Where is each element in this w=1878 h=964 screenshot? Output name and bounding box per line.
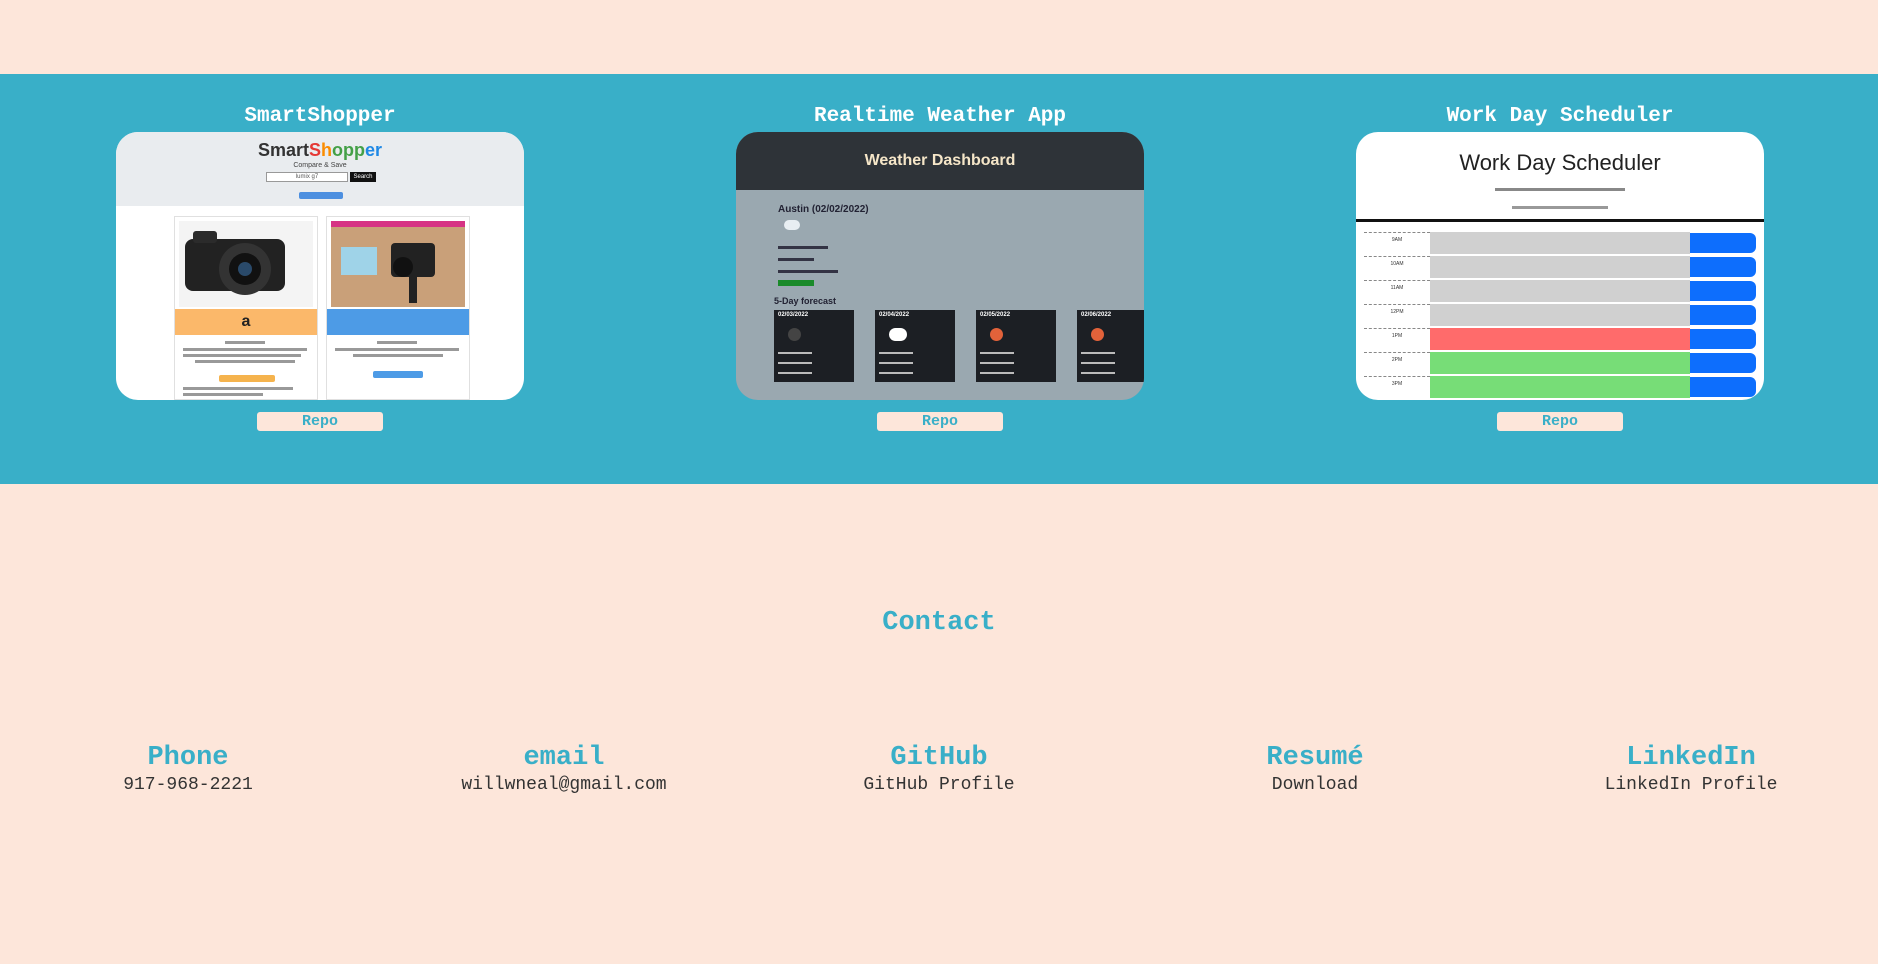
email-link[interactable]: willwneal@gmail.com bbox=[414, 774, 714, 796]
cloud-icon bbox=[784, 220, 800, 230]
contact-phone: Phone 917-968-2221 bbox=[38, 744, 338, 796]
thumb-subtitle: Compare & Save bbox=[293, 162, 347, 169]
contact-github: GitHub GitHub Profile bbox=[789, 744, 1089, 796]
project-card-scheduler: Work Day Scheduler Work Day Scheduler 9A… bbox=[1356, 74, 1764, 431]
uv-badge bbox=[778, 280, 814, 286]
thumb-logo: SmartShopper bbox=[257, 140, 383, 160]
thumb-header: Weather Dashboard bbox=[736, 132, 1144, 190]
contact-label: Phone bbox=[147, 743, 229, 773]
thumb-search-button: Search bbox=[350, 172, 376, 182]
thumb-forecast-label: 5-Day forecast bbox=[774, 296, 837, 306]
project-title: SmartShopper bbox=[244, 105, 396, 128]
contact-heading: Contact bbox=[882, 608, 996, 638]
project-card-weather: Realtime Weather App Weather Dashboard A… bbox=[736, 74, 1144, 431]
hour-row: 12PM bbox=[1364, 304, 1762, 326]
project-screenshot-weather[interactable]: Weather Dashboard Austin (02/02/2022) 5-… bbox=[736, 132, 1144, 400]
repo-button[interactable]: Repo bbox=[877, 412, 1003, 431]
contact-resume: Resumé Download bbox=[1165, 744, 1465, 796]
thumb-subtitle bbox=[1356, 178, 1764, 209]
thumb-search-input: lumix g7 bbox=[266, 172, 348, 182]
linkedin-link[interactable]: LinkedIn Profile bbox=[1541, 774, 1841, 796]
contact-label: email bbox=[523, 743, 605, 773]
hour-row: 1PM bbox=[1364, 328, 1762, 350]
ebay-logo-icon bbox=[327, 309, 469, 335]
resume-download-link[interactable]: Download bbox=[1165, 774, 1465, 796]
camera-image bbox=[331, 221, 465, 307]
phone-value[interactable]: 917-968-2221 bbox=[38, 774, 338, 796]
camera-image bbox=[179, 221, 313, 307]
hour-row: 9AM bbox=[1364, 232, 1762, 254]
forecast-card: 02/05/2022 bbox=[976, 310, 1056, 382]
contact-label: GitHub bbox=[890, 743, 988, 773]
projects-section: SmartShopper SmartShopper Compare & Save… bbox=[0, 74, 1878, 484]
project-card-smartshopper: SmartShopper SmartShopper Compare & Save… bbox=[116, 74, 524, 431]
hour-row: 11AM bbox=[1364, 280, 1762, 302]
hour-row: 3PM bbox=[1364, 376, 1762, 398]
forecast-card: 02/03/2022 bbox=[774, 310, 854, 382]
contact-label: LinkedIn bbox=[1626, 743, 1756, 773]
thumb-product-card bbox=[326, 216, 470, 400]
thumb-product-card: a bbox=[174, 216, 318, 400]
project-title: Realtime Weather App bbox=[813, 105, 1067, 128]
forecast-card: 02/04/2022 bbox=[875, 310, 955, 382]
hour-row: 10AM bbox=[1364, 256, 1762, 278]
project-screenshot-scheduler[interactable]: Work Day Scheduler 9AM 10AM 11AM 12PM 1P… bbox=[1356, 132, 1764, 400]
hour-row: 2PM bbox=[1364, 352, 1762, 374]
project-title: Work Day Scheduler bbox=[1446, 105, 1674, 128]
contact-label: Resumé bbox=[1266, 743, 1364, 773]
repo-button[interactable]: Repo bbox=[257, 412, 383, 431]
thumb-divider bbox=[1356, 219, 1764, 222]
contact-email: email willwneal@gmail.com bbox=[414, 744, 714, 796]
github-link[interactable]: GitHub Profile bbox=[789, 774, 1089, 796]
contact-linkedin: LinkedIn LinkedIn Profile bbox=[1541, 744, 1841, 796]
thumb-city: Austin (02/02/2022) bbox=[778, 204, 869, 215]
amazon-logo-icon: a bbox=[175, 309, 317, 335]
thumb-filter-chip bbox=[299, 192, 343, 199]
project-screenshot-smartshopper[interactable]: SmartShopper Compare & Save lumix g7 Sea… bbox=[116, 132, 524, 400]
thumb-header: Work Day Scheduler bbox=[1459, 150, 1661, 175]
repo-button[interactable]: Repo bbox=[1497, 412, 1623, 431]
forecast-card: 02/06/2022 bbox=[1077, 310, 1144, 382]
